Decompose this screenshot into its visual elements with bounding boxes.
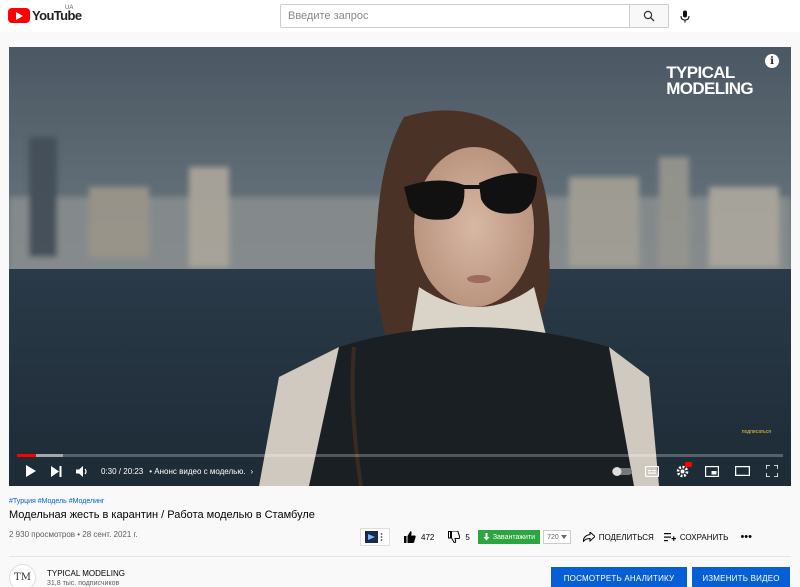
fullscreen-icon (766, 465, 778, 477)
time-display: 0:30 / 20:23 (101, 466, 144, 476)
chapter-arrow-icon[interactable]: › (251, 467, 254, 476)
like-count: 472 (421, 532, 435, 542)
subtitles-icon (645, 465, 659, 477)
search-bar (280, 4, 669, 28)
action-bar: 472 5 Завантажити 720 ПОДЕЛИТЬСЯ СОХРАНИ… (360, 527, 752, 547)
search-button[interactable] (629, 4, 669, 28)
like-button[interactable]: 472 (404, 531, 434, 543)
download-icon (483, 533, 490, 541)
analytics-button[interactable]: ПОСМОТРЕТЬ АНАЛИТИКУ (551, 567, 687, 587)
youtube-watch-page: YouTube UA Введите запрос TYPICAL MODELI… (0, 0, 800, 587)
volume-button[interactable] (69, 461, 95, 481)
channel-name[interactable]: TYPICAL MODELING (47, 569, 125, 578)
download-label: Завантажити (492, 533, 536, 541)
share-button[interactable]: ПОДЕЛИТЬСЯ (582, 532, 654, 542)
channel-watermark: TYPICAL MODELING (666, 64, 753, 99)
share-label: ПОДЕЛИТЬСЯ (598, 532, 654, 542)
theater-icon (734, 466, 750, 476)
quality-value: 720 (547, 533, 559, 541)
autoplay-icon (612, 466, 632, 476)
chapter-title[interactable]: • Анонс видео с моделью. (149, 467, 245, 476)
settings-button[interactable] (669, 461, 695, 481)
dislike-button[interactable]: 5 (448, 531, 470, 543)
edit-video-button[interactable]: ИЗМЕНИТЬ ВИДЕО (692, 567, 790, 587)
extension-play-icon (365, 531, 383, 543)
voice-search-button[interactable] (676, 7, 694, 25)
thumbs-up-icon (404, 531, 416, 543)
save-label: СОХРАНИТЬ (679, 532, 729, 542)
subtitles-button[interactable] (639, 461, 665, 481)
hashtags[interactable]: #Турция #Модель #Моделинг (9, 498, 104, 505)
theater-mode-button[interactable] (729, 461, 755, 481)
extension-button[interactable] (360, 528, 390, 546)
volume-icon (75, 465, 87, 477)
subscriber-count: 31,8 тыс. подписчиков (47, 580, 120, 587)
quality-select[interactable]: 720 (543, 530, 571, 544)
share-icon (582, 532, 595, 542)
chevron-down-icon (560, 535, 567, 539)
channel-avatar[interactable]: TM (9, 564, 36, 587)
download-button[interactable]: Завантажити (477, 530, 541, 544)
search-input[interactable] (280, 4, 630, 28)
playlist-add-icon (663, 532, 676, 541)
divider (9, 556, 791, 557)
player-controls-right (609, 460, 785, 482)
play-icon (25, 465, 36, 477)
logo-text: YouTube (32, 8, 82, 23)
played-bar (17, 454, 37, 457)
hd-badge-icon (685, 462, 692, 467)
miniplayer-button[interactable] (699, 461, 725, 481)
progress-bar[interactable] (17, 454, 783, 457)
youtube-play-icon (8, 8, 30, 23)
play-button[interactable] (17, 461, 43, 481)
dislike-count: 5 (465, 532, 470, 542)
subscribe-watermark[interactable]: подписаться (742, 429, 771, 435)
save-button[interactable]: СОХРАНИТЬ (663, 532, 729, 542)
info-icon[interactable]: i (765, 54, 779, 68)
top-bar: YouTube UA (0, 0, 800, 32)
video-frame (9, 47, 791, 486)
video-title: Модельная жесть в карантин / Работа моде… (9, 509, 315, 521)
thumbs-down-icon (448, 531, 461, 543)
more-actions-button[interactable]: ••• (740, 531, 752, 543)
video-meta: 2 930 просмотров • 28 сент. 2021 г. (9, 530, 138, 539)
region-code: UA (65, 5, 74, 11)
video-player[interactable]: TYPICAL MODELING i подписаться 0:30 / 20… (9, 47, 791, 486)
microphone-icon (680, 10, 690, 22)
next-icon (50, 465, 61, 477)
player-controls: 0:30 / 20:23 • Анонс видео с моделью. › (9, 460, 791, 482)
next-button[interactable] (43, 461, 69, 481)
watermark-line-2: MODELING (666, 79, 753, 99)
search-icon (643, 10, 655, 22)
miniplayer-icon (705, 465, 719, 477)
fullscreen-button[interactable] (759, 461, 785, 481)
autoplay-toggle[interactable] (609, 461, 635, 481)
